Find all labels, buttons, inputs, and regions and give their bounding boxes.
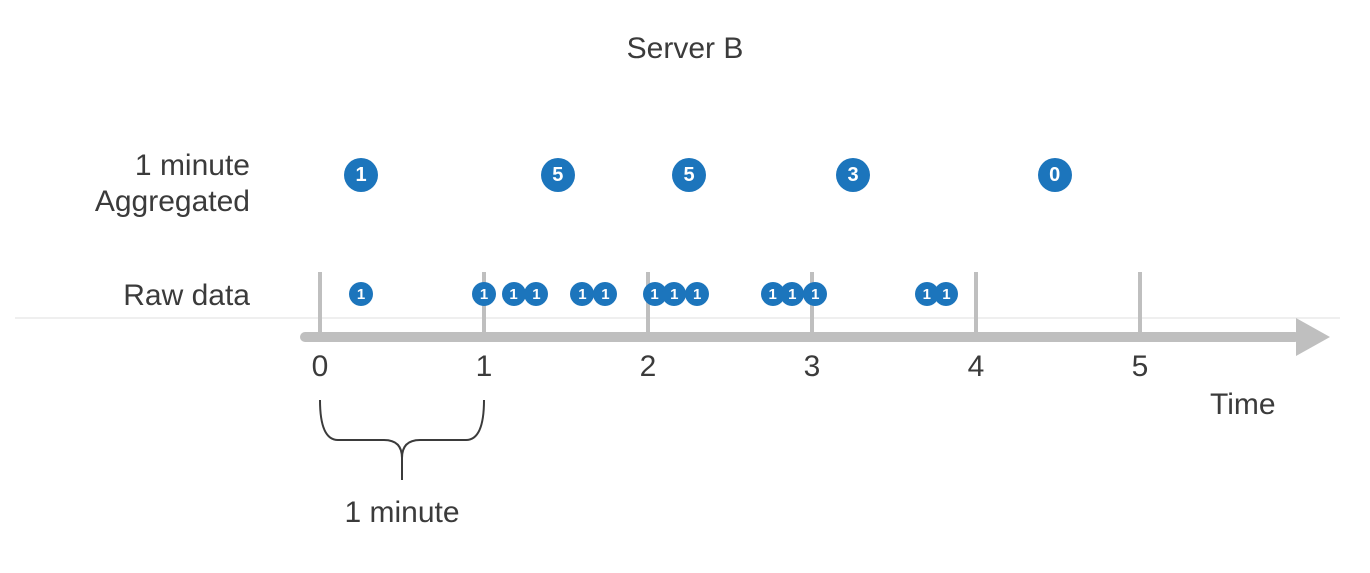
interval-bracket-label: 1 minute (322, 496, 482, 530)
interval-bracket-icon (0, 0, 1370, 573)
